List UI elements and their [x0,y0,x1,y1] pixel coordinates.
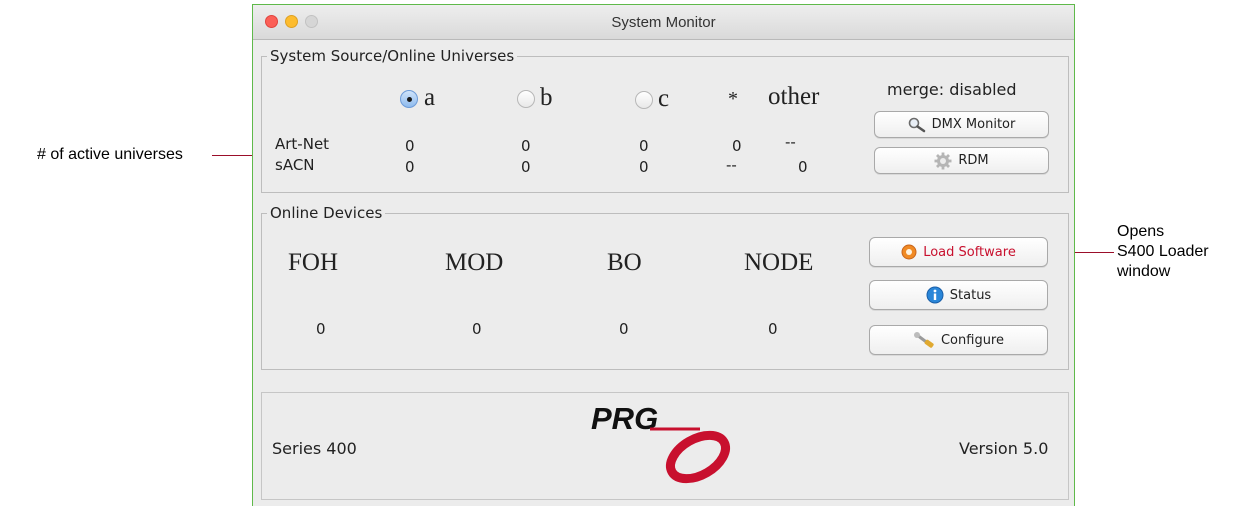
other-column-label: other [768,83,820,110]
artnet-row-label: Art-Net [275,135,330,153]
devices-panel: Online Devices FOH MOD BO NODE 0 0 0 0 L… [261,204,1069,370]
radio-selected-dot [407,97,412,102]
universes-panel-title: System Source/Online Universes [267,47,518,65]
universes-panel: System Source/Online Universes a b c * o… [261,47,1069,193]
device-count-node: 0 [768,320,778,338]
sacn-value-c: 0 [639,158,649,176]
devices-panel-title: Online Devices [267,204,386,222]
sacn-value-star: -- [726,156,737,174]
annotation-active-universes: # of active universes [37,146,183,163]
sacn-value-other: 0 [798,158,808,176]
source-a-label: a [424,84,436,111]
title-bar[interactable]: System Monitor [253,5,1074,40]
load-software-button[interactable]: Load Software [869,237,1048,267]
star-column-label: * [728,88,738,110]
orange-circle-icon [901,244,917,260]
artnet-value-b: 0 [521,137,531,155]
series-label: Series 400 [272,439,357,458]
version-label: Version 5.0 [959,439,1049,458]
system-monitor-window: System Monitor System Source/Online Univ… [252,4,1075,506]
merge-status: merge: disabled [887,80,1017,99]
device-count-foh: 0 [316,320,326,338]
dmx-monitor-button[interactable]: DMX Monitor [874,111,1049,138]
configure-label: Configure [940,332,1004,348]
annotation-opens-line3: window [1117,263,1171,280]
sacn-row-label: sACN [275,156,315,174]
annotation-opens-line1: Opens [1117,223,1165,240]
prg-swoosh-icon [650,427,730,484]
sacn-value-b: 0 [521,158,531,176]
configure-button[interactable]: Configure [869,325,1048,355]
footer-panel: Series 400 PRG Version 5.0 [261,392,1069,500]
dmx-monitor-label: DMX Monitor [931,117,1016,132]
artnet-value-star: 0 [732,137,742,155]
source-c-label: c [658,85,670,112]
device-count-mod: 0 [472,320,482,338]
device-count-bo: 0 [619,320,629,338]
magnifier-icon [908,117,926,133]
sacn-value-a: 0 [405,158,415,176]
prg-logo: PRG [590,399,740,497]
gear-icon [934,152,952,170]
status-button[interactable]: Status [869,280,1048,310]
window-title: System Monitor [611,14,716,31]
artnet-value-c: 0 [639,137,649,155]
rdm-label: RDM [958,153,989,168]
device-name-foh: FOH [288,249,339,276]
annotation-opens-line2: S400 Loader [1117,243,1209,260]
info-icon [926,286,944,304]
artnet-value-other: -- [785,133,796,151]
device-name-bo: BO [607,249,642,276]
radio-b-control[interactable] [517,90,535,108]
radio-c-control[interactable] [635,91,653,109]
source-b-label: b [540,84,553,111]
annotation-opens: Opens S400 Loader window [1117,222,1209,282]
artnet-value-a: 0 [405,137,415,155]
device-name-node: NODE [744,249,814,276]
rdm-button[interactable]: RDM [874,147,1049,174]
device-name-mod: MOD [445,249,504,276]
wrench-icon [913,332,935,348]
status-label: Status [949,287,992,303]
radio-a-control[interactable] [400,90,418,108]
load-software-label: Load Software [923,244,1016,260]
